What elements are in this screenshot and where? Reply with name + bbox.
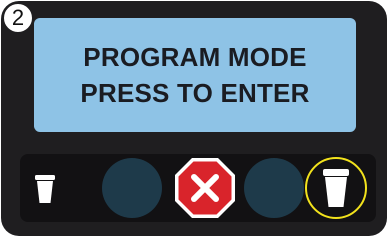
- display-screen: PROGRAM MODE PRESS TO ENTER: [34, 18, 356, 132]
- blank-button-left[interactable]: [102, 158, 162, 218]
- step-number: 2: [11, 5, 25, 30]
- stop-button[interactable]: [173, 156, 237, 220]
- display-line-2: PRESS TO ENTER: [80, 78, 310, 108]
- small-cup-button[interactable]: [34, 174, 56, 204]
- display-line-1: PROGRAM MODE: [83, 42, 307, 72]
- small-cup-icon: [35, 175, 55, 203]
- control-panel: PROGRAM MODE PRESS TO ENTER: [1, 1, 387, 236]
- large-cup-icon: [323, 169, 349, 207]
- button-row: [20, 154, 376, 222]
- blank-button-right[interactable]: [244, 158, 304, 218]
- large-cup-button[interactable]: [322, 168, 350, 208]
- step-number-badge: 2: [2, 2, 34, 34]
